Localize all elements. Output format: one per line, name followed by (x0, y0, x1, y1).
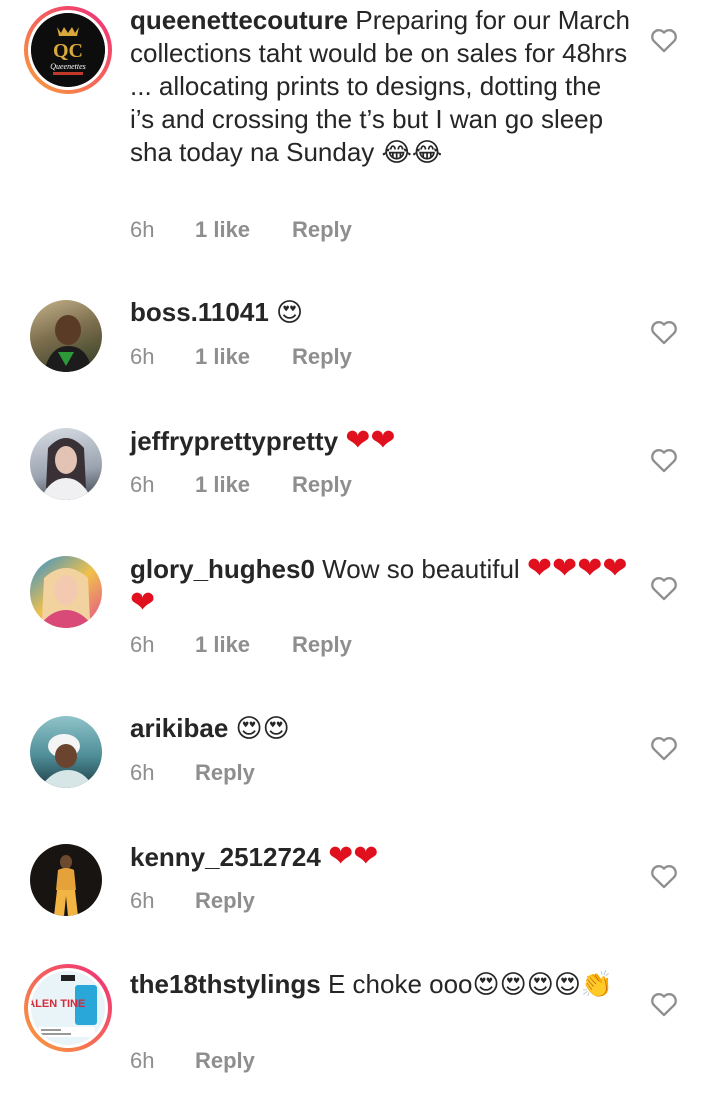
reply-button[interactable]: Reply (195, 1048, 255, 1074)
comment-text: E choke ooo (327, 969, 473, 999)
reply-button[interactable]: Reply (292, 344, 352, 370)
comment-body: queenettecouture Preparing for our March… (130, 4, 630, 170)
comment-emoji: 😍😍😍😍👏 (472, 970, 614, 1000)
valentine-promo-icon: VALEN TINE (31, 971, 105, 1045)
comment-time: 6h (130, 760, 155, 785)
comment-likes-link[interactable]: 1 like (195, 344, 292, 370)
comment-meta: 6h Reply (130, 1048, 255, 1074)
comment-username[interactable]: kenny_2512724 (130, 842, 321, 872)
avatar: QC Queenettes (31, 13, 105, 87)
comment-meta: 6h 1 like Reply (130, 472, 352, 498)
comment-time: 6h (130, 632, 155, 657)
comment-body: kenny_2512724 ❤❤ (130, 840, 630, 874)
svg-text:VALEN TINE: VALEN TINE (31, 998, 85, 1010)
comment-body: jeffryprettypretty ❤❤ (130, 424, 630, 458)
comment-meta: 6h 1 like Reply (130, 344, 352, 370)
reply-button[interactable]: Reply (292, 632, 352, 658)
avatar-story-ring[interactable]: QC Queenettes (24, 6, 112, 94)
comment-emoji: 😂😂 (381, 138, 443, 168)
comment-username[interactable]: boss.11041 (130, 297, 269, 327)
comment-time: 6h (130, 1048, 155, 1073)
comment-likes-link[interactable]: 1 like (195, 472, 292, 498)
avatar-wrap[interactable] (30, 300, 106, 376)
heart-outline-icon[interactable] (650, 735, 678, 761)
comment-time: 6h (130, 344, 155, 369)
reply-button[interactable]: Reply (292, 217, 352, 243)
comment-time: 6h (130, 888, 155, 913)
comment-body: arikibae 😍😍 (130, 712, 630, 746)
heart-outline-icon[interactable] (650, 575, 678, 601)
avatar-story-ring[interactable]: VALEN TINE (24, 964, 112, 1052)
reply-button[interactable]: Reply (292, 472, 352, 498)
comment-meta: 6h 1 like Reply (130, 632, 352, 658)
heart-outline-icon[interactable] (650, 991, 678, 1017)
comment-username[interactable]: queenettecouture (130, 5, 348, 35)
avatar (30, 716, 102, 788)
comment-emoji: 😍😍 (235, 714, 290, 744)
reply-button[interactable]: Reply (195, 760, 255, 786)
comment-username[interactable]: glory_hughes0 (130, 554, 315, 584)
svg-text:QC: QC (53, 40, 83, 62)
comment-meta: 6h 1 like Reply (130, 217, 352, 243)
heart-outline-icon[interactable] (650, 27, 678, 53)
avatar (30, 556, 102, 628)
comment-emoji: 😍 (276, 298, 304, 328)
comment-username[interactable]: jeffryprettypretty (130, 426, 338, 456)
heart-outline-icon[interactable] (650, 447, 678, 473)
heart-outline-icon[interactable] (650, 863, 678, 889)
reply-button[interactable]: Reply (195, 888, 255, 914)
comment-emoji: ❤❤ (328, 839, 379, 874)
comment-meta: 6h Reply (130, 888, 255, 914)
avatar-wrap[interactable] (30, 556, 106, 632)
comment-likes-link[interactable]: 1 like (195, 632, 292, 658)
svg-text:Queenettes: Queenettes (50, 62, 86, 71)
comment-body: glory_hughes0 Wow so beautiful ❤❤❤❤❤ (130, 552, 630, 620)
comment-username[interactable]: arikibae (130, 713, 228, 743)
avatar-wrap[interactable] (30, 428, 106, 504)
avatar (30, 844, 102, 916)
avatar (30, 300, 102, 372)
comment-time: 6h (130, 217, 155, 242)
comment-body: the18thstylings E choke ooo😍😍😍😍👏 (130, 968, 630, 1002)
comment-emoji: ❤❤ (345, 423, 396, 458)
avatar-wrap[interactable] (30, 716, 106, 792)
avatar (30, 428, 102, 500)
comment-body: boss.11041 😍 (130, 296, 630, 330)
comment-username[interactable]: the18thstylings (130, 969, 321, 999)
comment-likes-link[interactable]: 1 like (195, 217, 292, 243)
queenette-logo-icon: QC Queenettes (31, 13, 105, 87)
comment-time: 6h (130, 472, 155, 497)
avatar-wrap[interactable] (30, 844, 106, 920)
comment-meta: 6h Reply (130, 760, 255, 786)
heart-outline-icon[interactable] (650, 319, 678, 345)
avatar: VALEN TINE (31, 971, 105, 1045)
comment-text: Wow so beautiful (322, 554, 527, 584)
